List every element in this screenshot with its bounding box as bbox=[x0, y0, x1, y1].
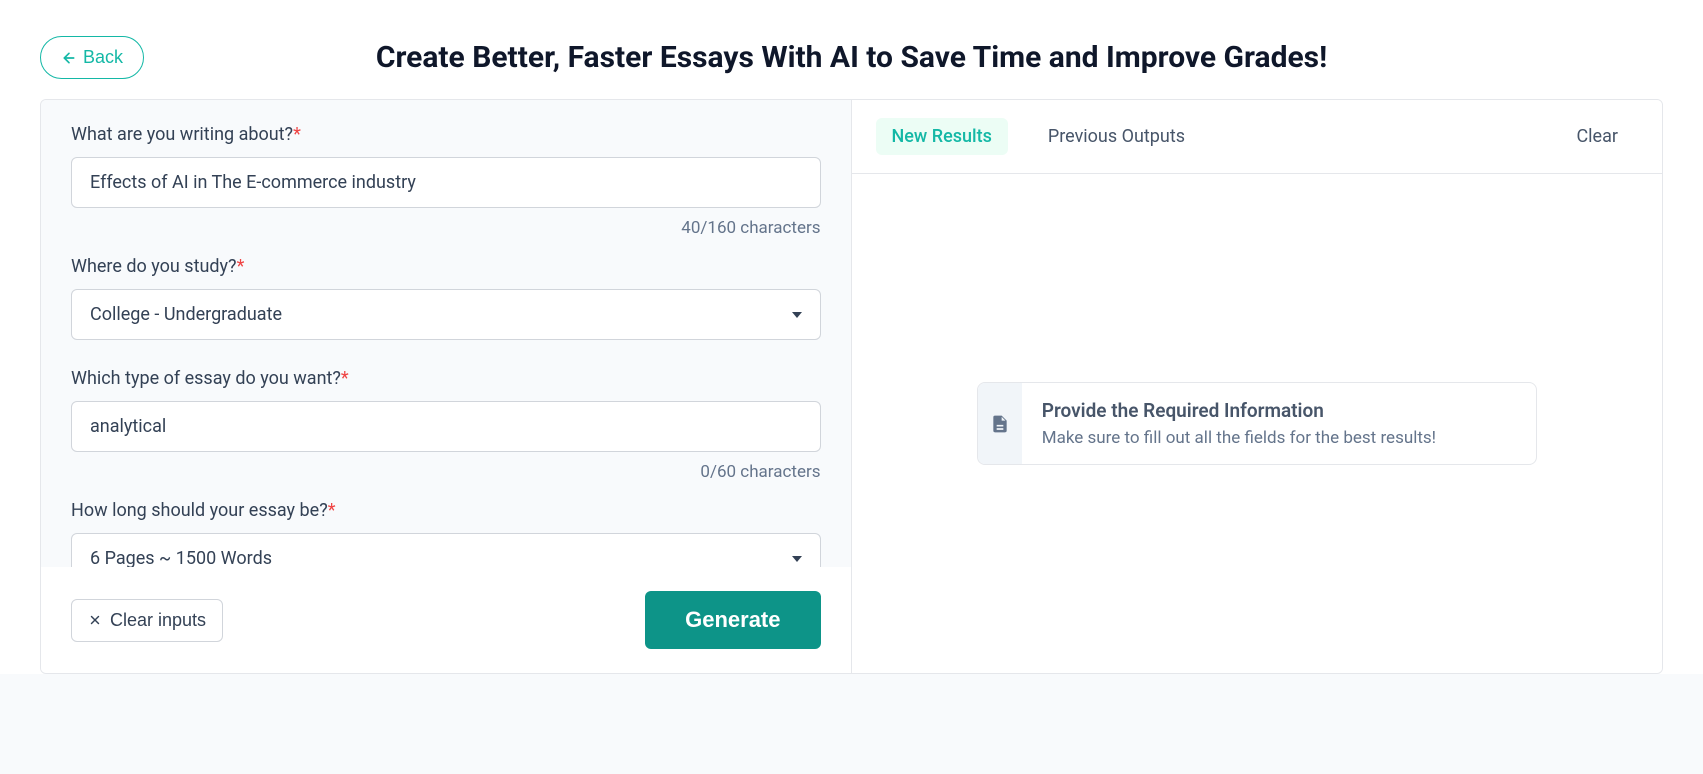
form-scroll[interactable]: What are you writing about?* 40/160 char… bbox=[41, 100, 851, 567]
study-label: Where do you study?* bbox=[71, 256, 821, 277]
required-icon: * bbox=[328, 500, 336, 521]
info-subtitle: Make sure to fill out all the fields for… bbox=[1042, 428, 1436, 448]
required-icon: * bbox=[341, 368, 349, 389]
required-icon: * bbox=[237, 256, 245, 277]
clear-inputs-button[interactable]: Clear inputs bbox=[71, 599, 223, 642]
length-label: How long should your essay be?* bbox=[71, 500, 821, 521]
essay-type-label: Which type of essay do you want?* bbox=[71, 368, 821, 389]
generate-button[interactable]: Generate bbox=[645, 591, 820, 649]
close-icon bbox=[88, 613, 102, 627]
length-selected: 6 Pages ~ 1500 Words bbox=[90, 548, 272, 567]
info-card: Provide the Required Information Make su… bbox=[977, 382, 1537, 465]
essay-type-input[interactable] bbox=[71, 401, 821, 452]
results-panel: New Results Previous Outputs Clear Provi… bbox=[852, 100, 1663, 673]
form-panel: What are you writing about?* 40/160 char… bbox=[41, 100, 852, 673]
length-select[interactable]: 6 Pages ~ 1500 Words bbox=[71, 533, 821, 567]
page-title: Create Better, Faster Essays With AI to … bbox=[376, 40, 1327, 75]
study-selected: College - Undergraduate bbox=[90, 304, 282, 325]
arrow-left-icon bbox=[61, 50, 77, 66]
required-icon: * bbox=[293, 124, 301, 145]
study-select[interactable]: College - Undergraduate bbox=[71, 289, 821, 340]
clear-inputs-label: Clear inputs bbox=[110, 610, 206, 631]
tab-new-results[interactable]: New Results bbox=[876, 118, 1008, 155]
essay-type-counter: 0/60 characters bbox=[71, 462, 821, 482]
topic-input[interactable] bbox=[71, 157, 821, 208]
topic-counter: 40/160 characters bbox=[71, 218, 821, 238]
chevron-down-icon bbox=[792, 556, 802, 562]
back-button[interactable]: Back bbox=[40, 36, 144, 79]
document-icon bbox=[990, 412, 1010, 436]
generate-label: Generate bbox=[685, 607, 780, 632]
clear-results-button[interactable]: Clear bbox=[1576, 126, 1638, 147]
chevron-down-icon bbox=[792, 312, 802, 318]
tab-previous-outputs[interactable]: Previous Outputs bbox=[1032, 118, 1201, 155]
info-title: Provide the Required Information bbox=[1042, 399, 1436, 422]
back-label: Back bbox=[83, 47, 123, 68]
footer-space bbox=[0, 674, 1703, 774]
topic-label: What are you writing about?* bbox=[71, 124, 821, 145]
